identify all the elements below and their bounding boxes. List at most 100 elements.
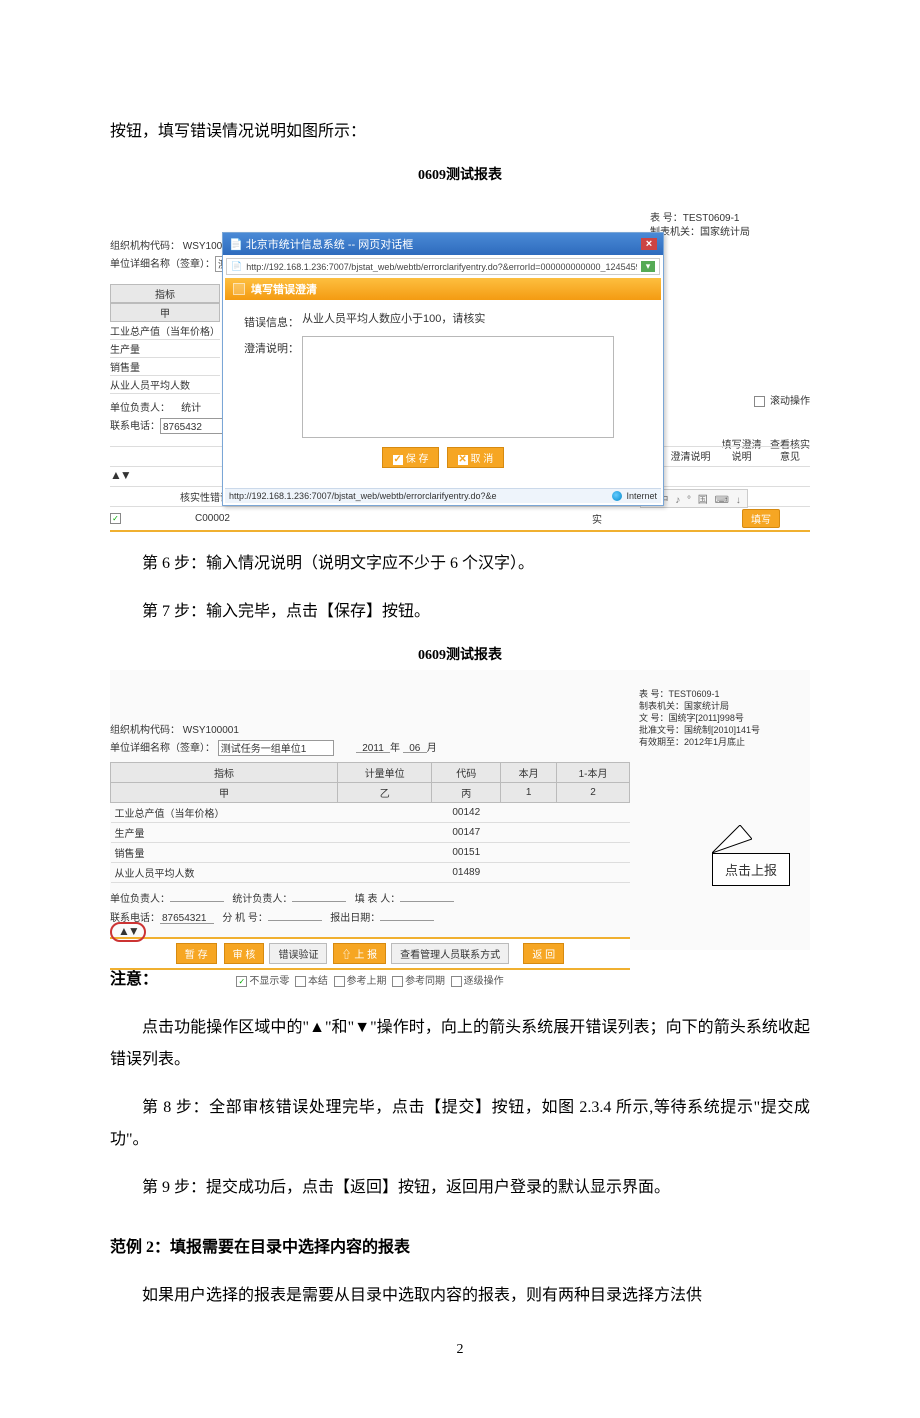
cancel-button[interactable]: ✕取 消	[447, 447, 505, 468]
unit-manager-label: 单位负责人：	[110, 894, 170, 905]
upload-icon: ⇧	[342, 950, 352, 961]
verify-error-label: 核实性错误	[110, 489, 238, 504]
window-icon: 📄	[229, 238, 243, 251]
col-indicator: 指标	[110, 284, 220, 303]
status-url: http://192.168.1.236:7007/bjstat_web/web…	[229, 491, 497, 501]
row-employees: 从业人员平均人数	[110, 376, 220, 394]
unit-detail-label: 单位详细名称（签章）：	[110, 743, 215, 754]
options-checkboxes: 不显示零 本结 参考上期 参考同期 逐级操作	[110, 972, 630, 987]
stat-manager-label: 统计负责人：	[232, 894, 292, 905]
save-icon: ✓	[393, 455, 403, 465]
save-button-label: 保 存	[406, 454, 429, 465]
month-input[interactable]: 06	[403, 740, 427, 753]
dialog-url: http://192.168.1.236:7007/bjstat_web/web…	[246, 262, 637, 272]
page-icon: 📄	[231, 261, 242, 272]
row-checkbox[interactable]	[110, 513, 121, 524]
shot2-caption: 0609测试报表	[110, 644, 810, 664]
chk-ref-same-label: 参考同期	[405, 976, 445, 987]
cell-code: 00147	[432, 823, 501, 843]
doc-info-line: 有效期至：2012年1月底止	[639, 736, 760, 748]
chk-benjie[interactable]	[295, 976, 306, 987]
chk-benjie-label: 本结	[308, 976, 328, 987]
sub-bing: 丙	[432, 783, 501, 803]
shot2-doc-info: 表 号：TEST0609-1 制表机关：国家统计局 文 号：国统字[2011]9…	[639, 688, 760, 748]
section-title: 填写错误澄清	[251, 281, 317, 297]
filler-input[interactable]	[400, 889, 454, 902]
screenshot-1: 表 号：TEST0609-1 制表机关：国家统计局 组织机构代码： WSY100…	[110, 190, 810, 532]
step-9: 第 9 步：提交成功后，点击【返回】按钮，返回用户登录的默认显示界面。	[110, 1172, 810, 1204]
go-icon[interactable]: ▾	[641, 261, 655, 272]
stat-manager-input[interactable]	[292, 889, 346, 902]
report-date-label: 报出日期：	[330, 913, 380, 924]
view-contact-button[interactable]: 查看管理人员联系方式	[391, 943, 509, 964]
tel-input[interactable]: 87654321	[160, 911, 214, 924]
tel-input[interactable]: 8765432	[160, 418, 226, 434]
sub-jia: 甲	[111, 783, 338, 803]
year-suffix: 年	[390, 743, 400, 754]
year-input[interactable]: 2011	[356, 740, 390, 753]
dialog-statusbar: http://192.168.1.236:7007/bjstat_web/web…	[225, 488, 661, 503]
status-shi: 实	[592, 511, 602, 526]
action-button-bar: 暂 存 审 核 错误验证 ⇧ 上 报 查看管理人员联系方式 返 回	[110, 937, 630, 970]
filler-label: 填 表 人：	[355, 894, 401, 905]
report-date-input[interactable]	[380, 908, 434, 921]
cell-name: 从业人员平均人数	[111, 863, 338, 883]
error-verify-button[interactable]: 错误验证	[269, 943, 327, 964]
cell-name: 销售量	[111, 843, 338, 863]
doc-info-line: 表 号：TEST0609-1	[639, 688, 760, 700]
error-info-label: 错误信息：	[237, 310, 299, 330]
clarify-label: 澄清说明：	[237, 336, 299, 356]
dialog-url-bar: 📄 http://192.168.1.236:7007/bjstat_web/w…	[226, 258, 660, 275]
org-code-label: 组织机构代码：	[110, 725, 180, 736]
dialog-titlebar[interactable]: 📄 北京市统计信息系统 -- 网页对话框 ×	[223, 233, 663, 255]
internet-label: Internet	[626, 491, 657, 501]
sub-two: 2	[557, 783, 630, 803]
cell-name: 生产量	[111, 823, 338, 843]
cell-code: 00151	[432, 843, 501, 863]
data-table: 指标 计量单位 代码 本月 1-本月 甲 乙 丙 1 2 工业总产值（当年价格）…	[110, 762, 630, 883]
ext-input[interactable]	[268, 908, 322, 921]
unit-detail-input[interactable]: 测试任务一组单位1	[218, 740, 334, 756]
chk-no-zero[interactable]	[236, 976, 247, 987]
cell-name: 工业总产值（当年价格）	[111, 803, 338, 823]
scroll-checkbox[interactable]: 滚动操作	[754, 392, 810, 407]
back-button[interactable]: 返 回	[523, 943, 564, 964]
example-2-paragraph: 如果用户选择的报表是需要从目录中选取内容的报表，则有两种目录选择方法供	[110, 1280, 810, 1312]
audit-button[interactable]: 审 核	[224, 943, 265, 964]
shot1-form-left: 组织机构代码： WSY1000 单位详细名称（签章）：测试任 指标 甲 工业总产…	[110, 238, 220, 436]
unit-manager-input[interactable]	[170, 889, 224, 902]
clarify-dialog: 📄 北京市统计信息系统 -- 网页对话框 × 📄 http://192.168.…	[222, 232, 664, 506]
sub-yi: 乙	[338, 783, 432, 803]
th-code: 代码	[432, 763, 501, 783]
doc-info-line: 制表机关：国家统计局	[650, 226, 750, 240]
save-temp-button[interactable]: 暂 存	[176, 943, 217, 964]
chk-ref-prev[interactable]	[334, 976, 345, 987]
intro-line: 按钮，填写错误情况说明如图所示：	[110, 116, 810, 148]
shot1-caption: 0609测试报表	[110, 164, 810, 184]
expand-collapse-toggle-circled[interactable]: ▲▼	[110, 922, 146, 942]
th-ytd: 1-本月	[557, 763, 630, 783]
callout-pointer-icon	[712, 825, 752, 853]
chk-ref-same[interactable]	[392, 976, 403, 987]
close-icon[interactable]: ×	[641, 238, 657, 250]
chk-cascade[interactable]	[451, 976, 462, 987]
screenshot-2: 表 号：TEST0609-1 制表机关：国家统计局 文 号：国统字[2011]9…	[110, 670, 810, 950]
chk-ref-prev-label: 参考上期	[347, 976, 387, 987]
fill-button[interactable]: 填写	[742, 509, 780, 528]
th-this-month: 本月	[501, 763, 557, 783]
save-button[interactable]: ✓保 存	[382, 447, 440, 468]
unit-manager-label: 单位负责人：	[110, 403, 170, 414]
upload-button[interactable]: ⇧ 上 报	[333, 943, 387, 964]
cell-code: 01489	[432, 863, 501, 883]
doc-info-line: 制表机关：国家统计局	[639, 700, 760, 712]
error-code: C00002	[130, 513, 230, 524]
unit-detail-label: 单位详细名称（签章）：	[110, 259, 215, 270]
clarify-textarea[interactable]	[302, 336, 614, 438]
example-2-header: 范例 2：填报需要在目录中选择内容的报表	[110, 1232, 810, 1264]
upload-button-label: 上 报	[354, 950, 377, 961]
callout-upload: 点击上报	[712, 825, 790, 886]
doc-info-line: 批准文号：国统制[2010]141号	[639, 724, 760, 736]
row-production: 生产量	[110, 340, 220, 358]
row-industrial-output: 工业总产值（当年价格）	[110, 322, 220, 340]
cell-code: 00142	[432, 803, 501, 823]
